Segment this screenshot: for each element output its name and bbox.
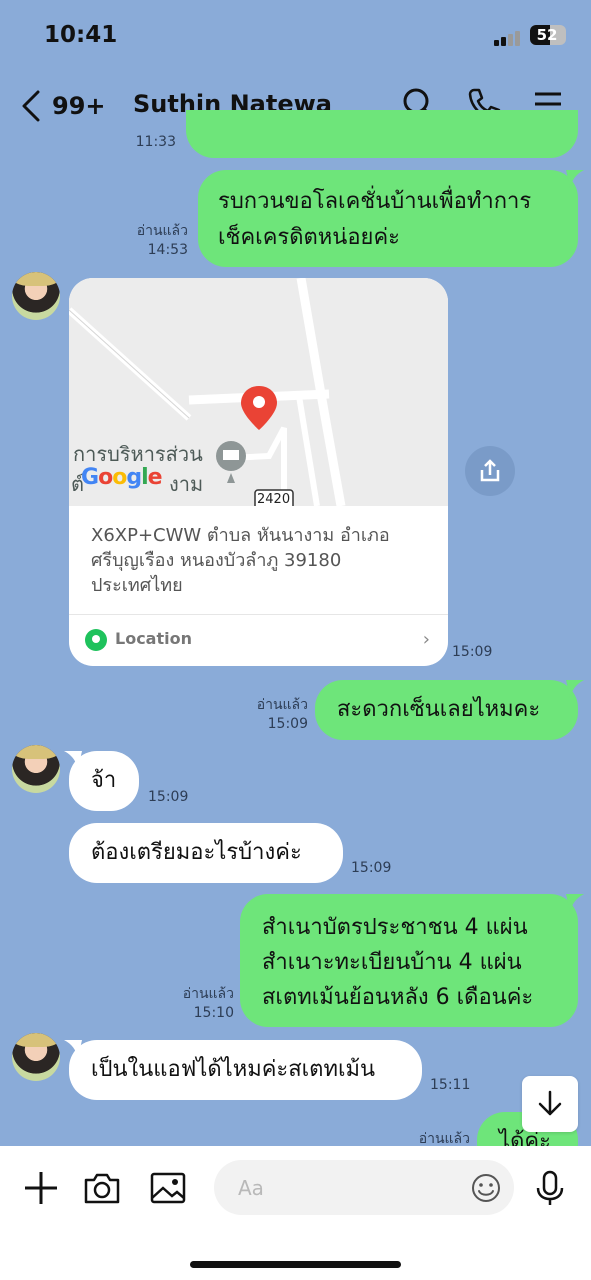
message-text: สำเนาบัตรประชาชน 4 แผ่น bbox=[262, 915, 528, 940]
avatar[interactable] bbox=[12, 745, 60, 793]
message-time: 15:10 bbox=[193, 1005, 234, 1021]
camera-button[interactable] bbox=[82, 1168, 122, 1208]
location-label: Location bbox=[115, 629, 192, 648]
location-pin-icon bbox=[85, 629, 107, 651]
image-icon bbox=[150, 1172, 186, 1204]
message-text: รบกวนขอโลเคชั่นบ้านเพื่อทำการ bbox=[218, 189, 532, 214]
share-button[interactable] bbox=[465, 446, 515, 496]
message-bubble-partial[interactable] bbox=[186, 110, 578, 158]
map-place-label: งาม bbox=[169, 472, 204, 496]
arrow-down-icon bbox=[538, 1090, 562, 1116]
unread-count: 99+ bbox=[52, 92, 106, 120]
location-address: X6XP+CWW ตำบล หันนางาม อำเภอ ศรีบุญเรือง… bbox=[91, 523, 431, 598]
message-text: ต้องเตรียมอะไรบ้างค่ะ bbox=[91, 840, 302, 865]
message-text: สำเนาะทะเบียนบ้าน 4 แผ่น bbox=[262, 950, 522, 975]
battery-level: 52 bbox=[536, 26, 558, 44]
location-card[interactable]: การบริหารส่วน ต์ Google งาม 2420 X6XP+CW… bbox=[69, 278, 448, 666]
message-text: สเตทเม้นย้อนหลัง 6 เดือนค่ะ bbox=[262, 985, 534, 1010]
gallery-button[interactable] bbox=[148, 1168, 188, 1208]
map-preview[interactable]: การบริหารส่วน ต์ Google งาม 2420 bbox=[69, 278, 448, 511]
message-status: อ่านแล้ว 14:53 bbox=[110, 222, 188, 260]
address-line: X6XP+CWW ตำบล หันนางาม อำเภอ bbox=[91, 525, 390, 546]
home-indicator bbox=[190, 1261, 401, 1268]
read-receipt: อ่านแล้ว bbox=[182, 986, 234, 1002]
outgoing-message[interactable]: สำเนาบัตรประชาชน 4 แผ่น สำเนาะทะเบียนบ้า… bbox=[240, 894, 578, 1027]
message-text: สะดวกเซ็นเลยไหมคะ bbox=[337, 697, 541, 722]
message-time: 15:09 bbox=[351, 860, 392, 876]
battery-icon: 52 bbox=[530, 25, 566, 45]
message-time: 15:11 bbox=[430, 1077, 471, 1093]
message-time: 11:33 bbox=[135, 134, 176, 150]
read-receipt: อ่านแล้ว bbox=[136, 223, 188, 239]
bubble-tail bbox=[566, 170, 584, 188]
address-line: ศรีบุญเรือง หนองบัวลำภู 39180 bbox=[91, 550, 342, 571]
outgoing-message[interactable]: รบกวนขอโลเคชั่นบ้านเพื่อทำการ เช็คเครดิต… bbox=[198, 170, 578, 267]
chevron-left-icon bbox=[22, 90, 40, 122]
status-bar: 10:41 52 bbox=[0, 0, 591, 70]
message-time: 15:09 bbox=[148, 789, 189, 805]
message-text: เป็นในแอฟได้ไหมค่ะสเตทเม้น bbox=[91, 1057, 376, 1082]
incoming-message[interactable]: เป็นในแอฟได้ไหมค่ะสเตทเม้น bbox=[69, 1040, 422, 1100]
message-time: 15:09 bbox=[267, 716, 308, 732]
emoji-button[interactable] bbox=[470, 1172, 502, 1204]
message-placeholder: Aa bbox=[238, 1176, 264, 1200]
google-logo: Google bbox=[81, 465, 163, 490]
road-number: 2420 bbox=[257, 492, 291, 507]
message-status: อ่านแล้ว 15:10 bbox=[156, 985, 234, 1023]
back-button[interactable]: 99+ bbox=[20, 86, 110, 126]
message-input[interactable]: Aa bbox=[214, 1160, 514, 1215]
microphone-icon bbox=[536, 1170, 564, 1205]
message-text: เช็คเครดิตหน่อยค่ะ bbox=[218, 225, 400, 250]
plus-icon bbox=[25, 1172, 57, 1204]
message-status: อ่านแล้ว 15:09 bbox=[230, 696, 308, 734]
address-line: ประเทศไทย bbox=[91, 575, 183, 596]
chevron-right-icon: › bbox=[422, 629, 430, 650]
message-text: จ้า bbox=[91, 768, 117, 793]
camera-icon bbox=[84, 1173, 120, 1204]
avatar[interactable] bbox=[12, 272, 60, 320]
incoming-message[interactable]: ต้องเตรียมอะไรบ้างค่ะ bbox=[69, 823, 343, 883]
message-composer: Aa bbox=[0, 1146, 591, 1280]
emoji-icon bbox=[472, 1174, 500, 1202]
read-receipt: อ่านแล้ว bbox=[256, 697, 308, 713]
outgoing-message[interactable]: สะดวกเซ็นเลยไหมคะ bbox=[315, 680, 578, 740]
avatar[interactable] bbox=[12, 1033, 60, 1081]
signal-icon bbox=[494, 30, 522, 46]
share-icon bbox=[480, 459, 500, 482]
message-time: 14:53 bbox=[147, 242, 188, 258]
bubble-tail bbox=[566, 894, 584, 912]
message-time: 15:09 bbox=[452, 644, 493, 660]
incoming-message[interactable]: จ้า bbox=[69, 751, 139, 811]
clock: 10:41 bbox=[44, 22, 118, 48]
add-button[interactable] bbox=[21, 1168, 61, 1208]
location-link[interactable]: Location › bbox=[69, 614, 448, 666]
scroll-to-bottom-button[interactable] bbox=[522, 1076, 578, 1132]
voice-button[interactable] bbox=[530, 1168, 570, 1208]
bubble-tail bbox=[566, 680, 584, 698]
